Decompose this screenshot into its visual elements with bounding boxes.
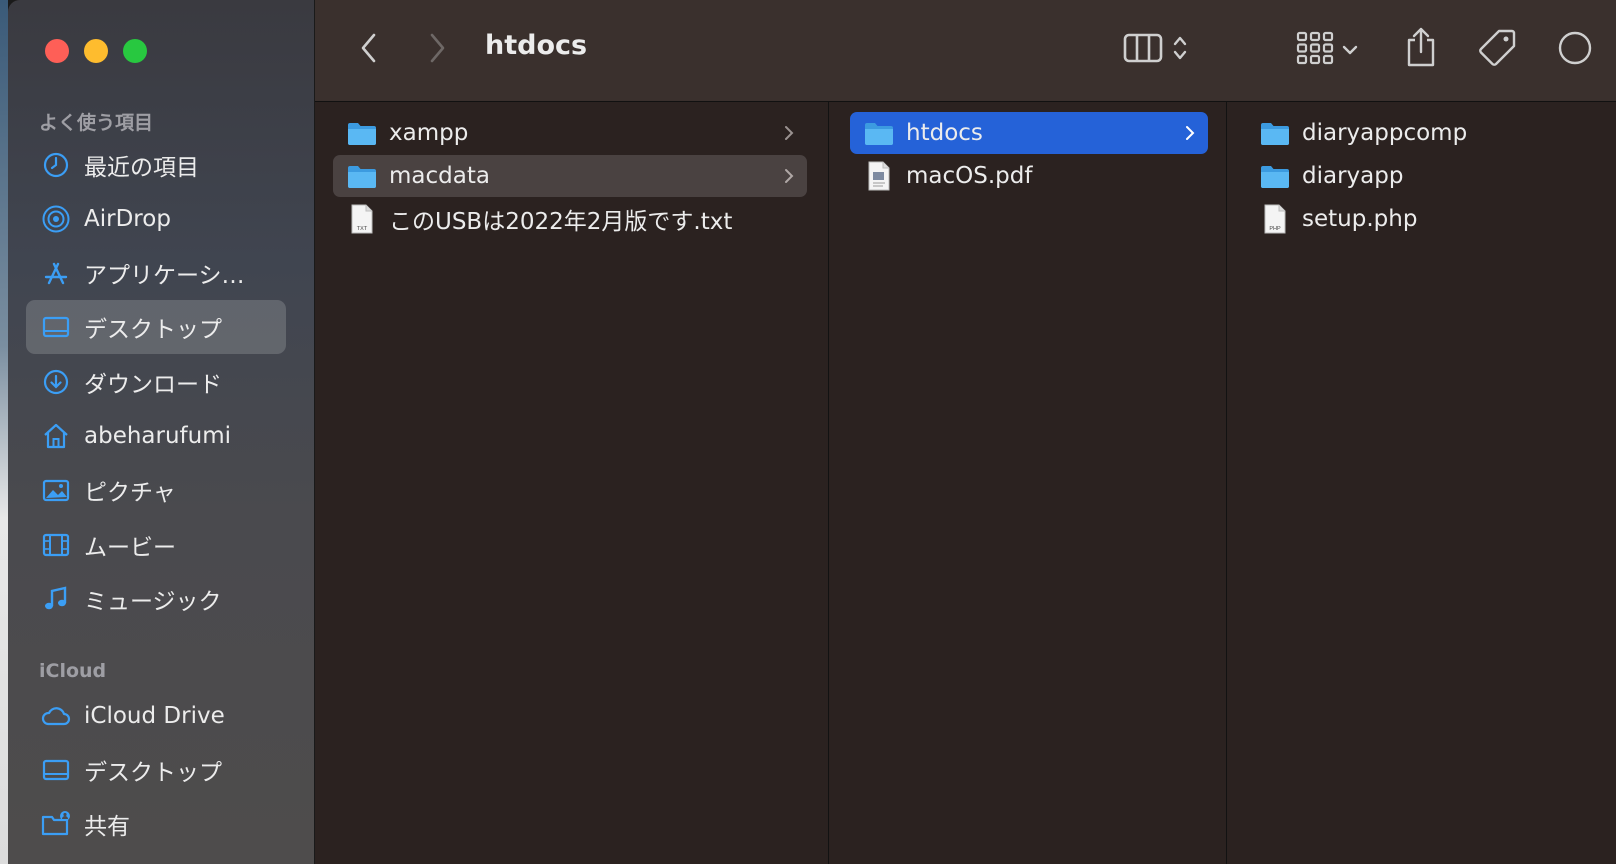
icloud-header: iCloud: [39, 660, 107, 682]
sidebar-item-home[interactable]: abeharufumi: [26, 409, 286, 463]
share-icon: [1405, 26, 1437, 72]
view-mode-button[interactable]: [1110, 26, 1200, 74]
sidebar-item-movies[interactable]: ムービー: [26, 518, 286, 572]
file-name: diaryappcomp: [1302, 120, 1468, 146]
airdrop-icon: [40, 203, 72, 235]
sidebar-item-label: デスクトップ: [84, 760, 222, 786]
movies-icon: [40, 529, 72, 561]
file-name: macdata: [389, 163, 490, 189]
sidebar-item-airdrop[interactable]: AirDrop: [26, 192, 286, 246]
folder-icon: [347, 118, 377, 148]
svg-text:TXT: TXT: [357, 226, 368, 232]
tag-icon: [1477, 28, 1517, 72]
list-item-diaryappcomp[interactable]: diaryappcomp: [1248, 112, 1608, 154]
applications-icon: [40, 257, 72, 289]
download-icon: [40, 366, 72, 398]
folder-icon: [347, 161, 377, 191]
ellipsis-circle-icon: [1555, 28, 1595, 72]
sidebar-item-downloads[interactable]: ダウンロード: [26, 355, 286, 409]
close-button[interactable]: [45, 39, 69, 63]
minimize-button[interactable]: [84, 39, 108, 63]
favorites-header: よく使う項目: [39, 112, 154, 134]
file-name: このUSBは2022年2月版です.txt: [389, 209, 733, 235]
more-actions-button[interactable]: [1555, 30, 1595, 70]
sidebar: よく使う項目 最近の項目 AirDrop アプリケーシ… デスクトップ ダウンロ…: [8, 0, 315, 864]
sidebar-item-music[interactable]: ミュージック: [26, 572, 286, 626]
sidebar-item-icloud-desktop[interactable]: デスクトップ: [26, 743, 286, 797]
sidebar-item-label: 最近の項目: [84, 155, 199, 181]
list-item-setup-php[interactable]: PHP setup.php: [1248, 198, 1608, 240]
desktop-icon: [40, 311, 72, 343]
list-item-diaryapp[interactable]: diaryapp: [1248, 155, 1608, 197]
share-button[interactable]: [1399, 24, 1443, 74]
zoom-button[interactable]: [123, 39, 147, 63]
svg-text:PHP: PHP: [1269, 226, 1281, 232]
sidebar-item-label: アプリケーシ…: [84, 263, 245, 289]
sidebar-item-applications[interactable]: アプリケーシ…: [26, 246, 286, 300]
sidebar-item-label: ピクチャ: [84, 480, 176, 506]
music-icon: [40, 583, 72, 615]
finder-window: よく使う項目 最近の項目 AirDrop アプリケーシ… デスクトップ ダウンロ…: [8, 0, 1616, 864]
list-item-macdata[interactable]: macdata: [333, 155, 807, 197]
file-name: setup.php: [1302, 206, 1418, 232]
list-item-txt-file[interactable]: TXT このUSBは2022年2月版です.txt: [333, 198, 807, 240]
back-button[interactable]: [351, 32, 387, 68]
browser-column-3: diaryappcomp diaryapp PHP setup.php: [1228, 102, 1616, 864]
browser-column-1: xampp macdata TXT このUSBは2022年2月版です.txt: [315, 102, 829, 864]
sidebar-item-label: 共有: [84, 814, 130, 840]
chevron-updown-icon: [1173, 33, 1187, 67]
shared-folder-icon: [40, 808, 72, 840]
tags-button[interactable]: [1473, 26, 1521, 74]
sidebar-item-recents[interactable]: 最近の項目: [26, 138, 286, 192]
sidebar-item-icloud-drive[interactable]: iCloud Drive: [26, 689, 286, 743]
folder-icon: [1260, 161, 1290, 191]
file-name: macOS.pdf: [906, 163, 1033, 189]
sidebar-item-label: ダウンロード: [84, 372, 222, 398]
file-name: htdocs: [906, 120, 983, 146]
sidebar-item-shared[interactable]: 共有: [26, 797, 286, 851]
sidebar-item-label: abeharufumi: [84, 423, 232, 449]
window-title: htdocs: [485, 30, 588, 61]
chevron-right-icon: [783, 123, 795, 147]
list-item-xampp[interactable]: xampp: [333, 112, 807, 154]
text-document-icon: TXT: [347, 204, 377, 234]
toolbar: htdocs: [315, 0, 1616, 102]
folder-icon: [1260, 118, 1290, 148]
folder-icon: [864, 118, 894, 148]
desktop-background: [0, 0, 8, 864]
pdf-document-icon: [864, 161, 894, 191]
php-document-icon: PHP: [1260, 204, 1290, 234]
sidebar-item-label: iCloud Drive: [84, 703, 225, 729]
sidebar-item-label: ミュージック: [84, 589, 222, 615]
sidebar-item-label: AirDrop: [84, 206, 171, 232]
chevron-right-icon: [1184, 123, 1196, 147]
chevron-down-icon: [1342, 41, 1358, 60]
file-name: diaryapp: [1302, 163, 1404, 189]
sidebar-item-pictures[interactable]: ピクチャ: [26, 463, 286, 517]
file-name: xampp: [389, 120, 469, 146]
group-button[interactable]: [1289, 26, 1365, 74]
list-item-macos-pdf[interactable]: macOS.pdf: [850, 155, 1208, 197]
grid-icon: [1296, 31, 1334, 69]
chevron-right-icon: [783, 166, 795, 190]
forward-button[interactable]: [419, 32, 455, 68]
chevron-left-icon: [359, 32, 379, 68]
clock-icon: [40, 149, 72, 181]
sidebar-item-desktop[interactable]: デスクトップ: [26, 300, 286, 354]
desktop-icon: [40, 754, 72, 786]
pictures-icon: [40, 474, 72, 506]
cloud-icon: [40, 700, 72, 732]
column-view-icon: [1123, 32, 1163, 68]
sidebar-item-label: ムービー: [84, 535, 176, 561]
list-item-htdocs[interactable]: htdocs: [850, 112, 1208, 154]
browser-column-2: htdocs macOS.pdf: [830, 102, 1227, 864]
home-icon: [40, 420, 72, 452]
chevron-right-icon: [427, 32, 447, 68]
sidebar-item-label: デスクトップ: [84, 317, 222, 343]
